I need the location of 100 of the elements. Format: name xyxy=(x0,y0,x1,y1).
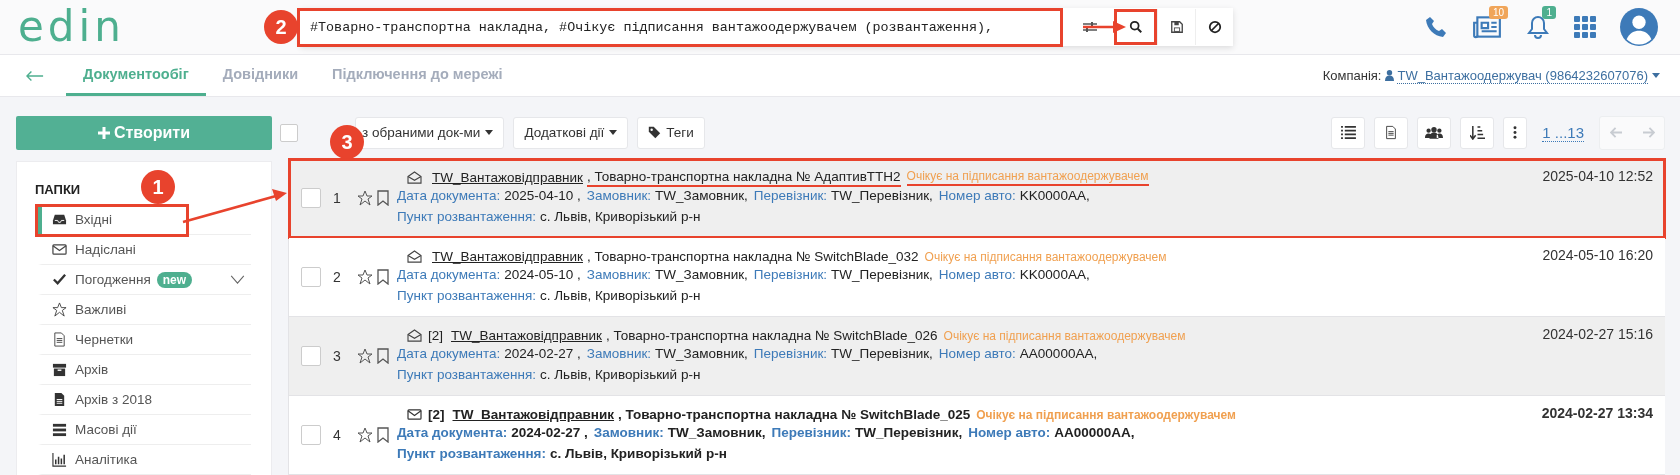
sender-link[interactable]: TW_Вантажовідправник xyxy=(428,170,587,185)
apps-grid-icon[interactable] xyxy=(1574,16,1596,38)
field-value: 2024-05-10 , xyxy=(504,267,581,282)
row-checkbox[interactable] xyxy=(301,346,321,366)
plus-icon xyxy=(97,127,110,139)
toolbar-button[interactable]: Додаткові дії xyxy=(513,116,629,149)
folder-item[interactable]: Важливі xyxy=(38,295,251,325)
pagination-link[interactable]: 1 ...13 xyxy=(1542,123,1584,142)
field-label: Дата документа: xyxy=(397,425,508,440)
folder-item[interactable]: Масові дії xyxy=(38,415,251,445)
field-value: TW_Перевізник, xyxy=(831,188,933,203)
bookmark-icon[interactable] xyxy=(377,269,389,285)
field-value: TW_Замовник, xyxy=(655,188,748,203)
field-value: AA00000AA, xyxy=(1054,425,1135,440)
more-icon xyxy=(1513,126,1518,139)
document-row[interactable] xyxy=(289,317,1665,396)
row-checkbox[interactable] xyxy=(301,425,321,445)
list-view-button[interactable] xyxy=(1331,116,1366,149)
check-icon xyxy=(52,272,67,287)
folder-item[interactable]: Надіслані xyxy=(38,235,251,265)
folder-label: Чернетки xyxy=(75,332,134,347)
sender-link[interactable]: TW_Вантажовідправник xyxy=(428,249,587,264)
field-value: с. Львів, Криворізький р-н xyxy=(540,209,701,224)
document-icon xyxy=(52,392,67,407)
field-value: с. Львів, Криворізький р-н xyxy=(540,288,701,303)
field-label: Замовник: xyxy=(586,188,652,203)
avatar-icon[interactable] xyxy=(1620,8,1658,46)
field-label: Пункт розвантаження: xyxy=(397,367,536,382)
more-button[interactable] xyxy=(1503,116,1528,149)
search-icon xyxy=(1129,20,1143,34)
new-badge: new xyxy=(156,271,193,288)
field-label: Пункт розвантаження: xyxy=(397,446,546,461)
folder-item[interactable]: Погодження new xyxy=(38,265,251,295)
field-label: Пункт розвантаження: xyxy=(397,288,536,303)
document-date: 2024-02-27 13:34 xyxy=(1541,404,1654,421)
field-value: с. Львів, Криворізький р-н xyxy=(550,446,727,461)
status-text: Очікує на підписання вантажоодержувачем xyxy=(943,328,1186,343)
document-title[interactable]: , Товарно-транспортна накладна № SwitchBlade_026 xyxy=(606,328,938,343)
row-number: 1 xyxy=(333,190,342,206)
archive-box-icon xyxy=(52,362,67,377)
tag-icon xyxy=(648,126,662,139)
filter-icon[interactable] xyxy=(1082,19,1098,35)
caret-icon[interactable] xyxy=(1652,73,1660,78)
star-icon[interactable] xyxy=(357,427,373,443)
document-button[interactable] xyxy=(1374,116,1409,149)
field-value: AA00000AA, xyxy=(1019,346,1098,361)
bookmark-icon[interactable] xyxy=(377,190,389,206)
sender-link[interactable]: TW_Вантажовідправник xyxy=(448,407,619,422)
company-link[interactable]: TW_Вантажоодержувач (9864232607076) xyxy=(1397,67,1648,84)
row-checkbox[interactable] xyxy=(301,267,321,287)
count-badge: 10 xyxy=(1488,6,1508,19)
search-button[interactable] xyxy=(1114,9,1157,45)
document-icon xyxy=(52,332,67,347)
phone-icon[interactable] xyxy=(1424,15,1448,39)
field-label: Замовник: xyxy=(593,425,664,440)
back-arrow-icon[interactable] xyxy=(26,69,44,82)
chevron-icon[interactable] xyxy=(230,275,245,284)
users-button[interactable] xyxy=(1417,116,1452,149)
search-field[interactable]: #Товарно-транспортна накладна, #Очікує підписання вантажоодержувачем (розвантаження), xyxy=(300,10,1060,44)
field-label: Номер авто: xyxy=(938,188,1016,203)
folder-item[interactable]: Аналітика xyxy=(38,445,251,475)
sender-link[interactable]: TW_Вантажовідправник xyxy=(447,328,606,343)
bookmark-icon[interactable] xyxy=(377,348,389,364)
annotation-arrow xyxy=(1083,21,1126,33)
row-number: 2 xyxy=(333,269,342,285)
folder-item[interactable]: Чернетки xyxy=(38,325,251,355)
sort-button[interactable] xyxy=(1460,116,1495,149)
folder-label: Важливі xyxy=(75,302,127,317)
toolbar-button[interactable]: Теги xyxy=(637,116,705,149)
caret-icon xyxy=(485,130,494,135)
folder-item[interactable]: Архів xyxy=(38,355,251,385)
document-title[interactable]: , Товарно-транспортна накладна № SwitchBlade_025 xyxy=(618,407,971,422)
field-value: 2024-02-27 , xyxy=(511,425,588,440)
field-label: Номер авто: xyxy=(938,346,1016,361)
star-icon[interactable] xyxy=(357,269,373,285)
stack-icon xyxy=(52,422,67,437)
select-all-checkbox[interactable] xyxy=(280,123,298,142)
sort-icon xyxy=(1469,125,1485,140)
clear-button[interactable] xyxy=(1195,9,1233,45)
open-envelope-icon xyxy=(407,329,422,342)
folder-item[interactable]: Архів з 2018 xyxy=(38,385,251,415)
document-title[interactable]: , Товарно-транспортна накладна № АдаптивТТН2 xyxy=(587,168,901,187)
document-title[interactable]: , Товарно-транспортна накладна № SwitchBlade_032 xyxy=(587,249,919,264)
field-label: Дата документа: xyxy=(397,346,501,361)
row-checkbox[interactable] xyxy=(301,188,321,208)
bar-chart-icon xyxy=(52,452,67,467)
annotation-number: 2 xyxy=(264,10,298,44)
field-value: KK0000AA, xyxy=(1019,267,1090,282)
bookmark-icon[interactable] xyxy=(377,427,389,443)
document-date: 2024-02-27 15:16 xyxy=(1542,325,1654,342)
bell-icon[interactable] xyxy=(1526,14,1550,40)
toolbar-button[interactable]: з обраними док-ми xyxy=(355,116,505,149)
star-icon[interactable] xyxy=(357,190,373,206)
folder-label: Масові дії xyxy=(75,422,137,437)
field-value: TW_Перевізник, xyxy=(855,425,963,440)
field-value: TW_Перевізник, xyxy=(831,267,933,282)
right-arrow-icon xyxy=(1641,127,1655,138)
company-label: Компанія: xyxy=(1322,68,1382,83)
newspaper-icon[interactable] xyxy=(1472,14,1502,40)
star-icon[interactable] xyxy=(357,348,373,364)
